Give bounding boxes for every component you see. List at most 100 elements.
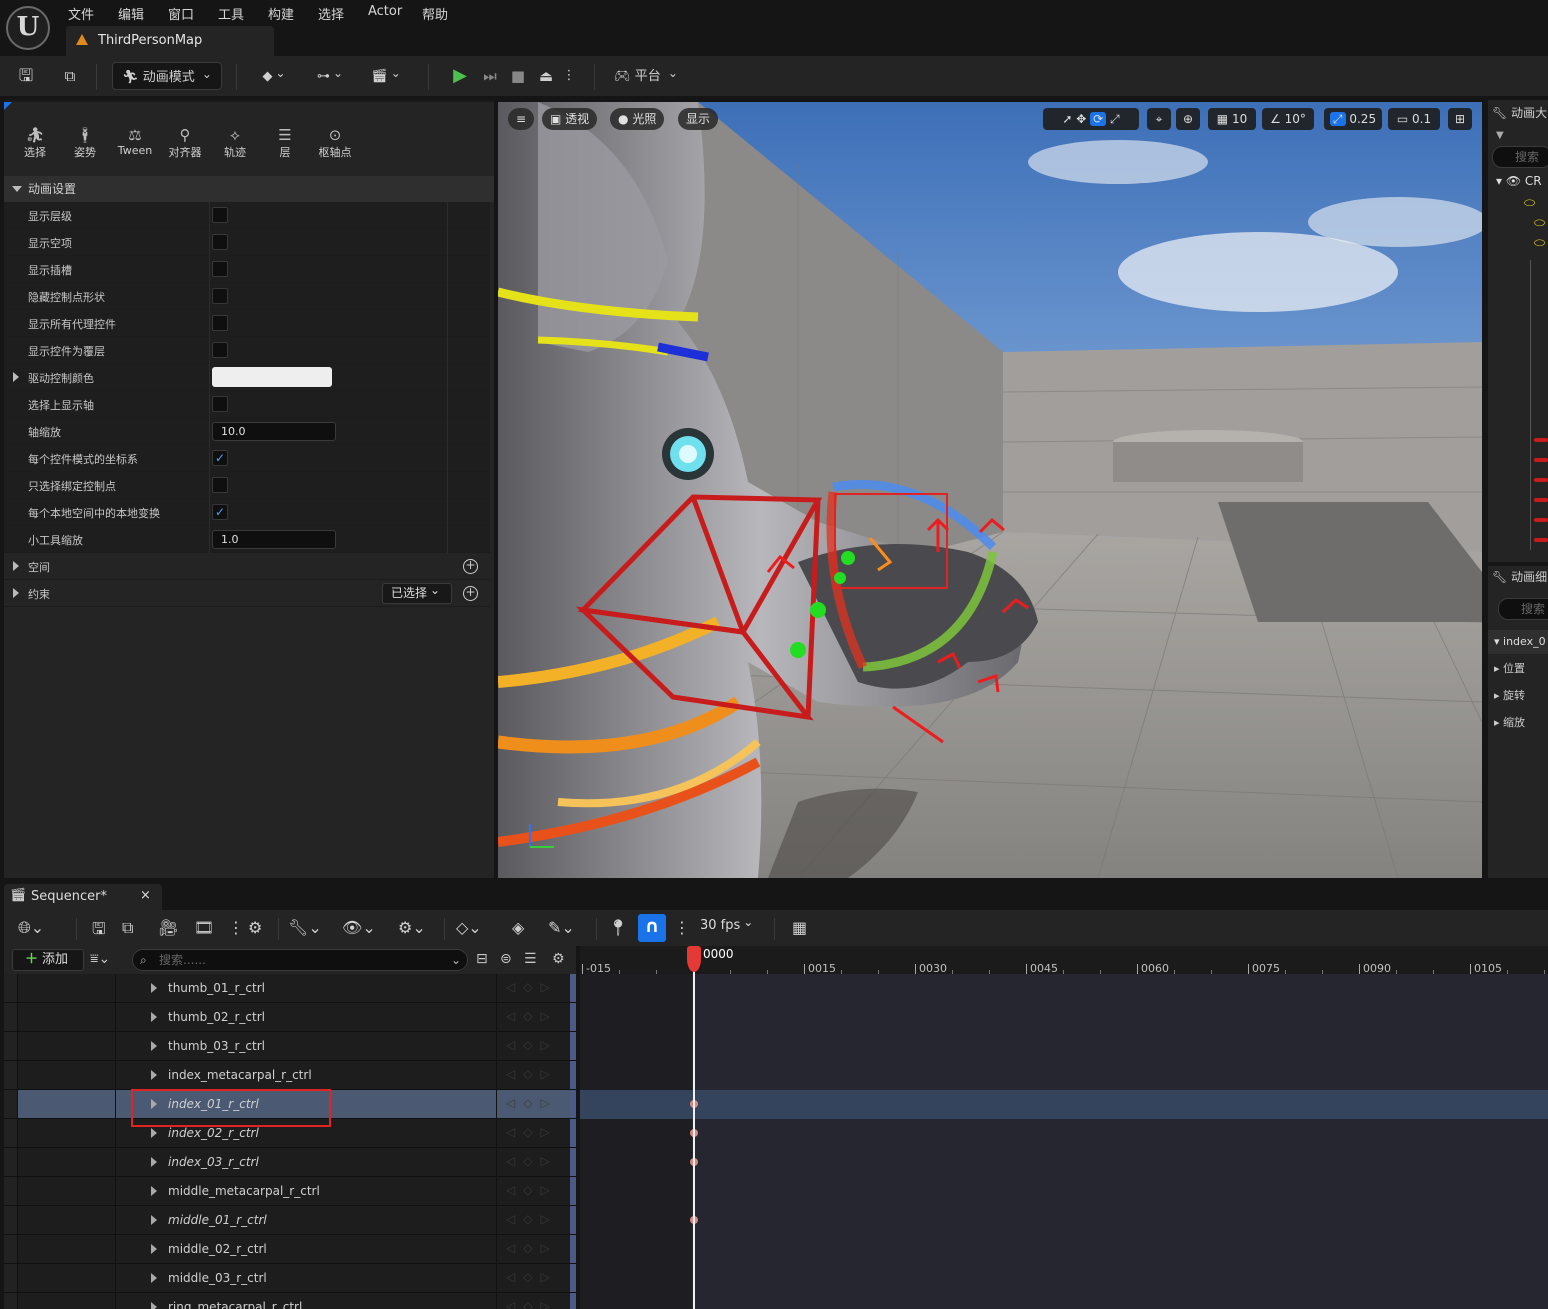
find-asset-icon[interactable]: ⧉ (122, 918, 133, 938)
setting-checkbox[interactable] (212, 261, 228, 277)
camera-cut-icon[interactable]: ⚙︎ (248, 918, 262, 937)
menu-item[interactable]: 文件 (68, 4, 94, 23)
setting-checkbox[interactable] (212, 288, 228, 304)
add-actor-icon[interactable]: ◆ (254, 62, 294, 90)
mode-tool-select[interactable]: ⛹︎ 选择 (11, 126, 59, 160)
mode-tool-pose[interactable]: 🕴︎ 姿势 (61, 126, 109, 160)
track-row[interactable]: index_metacarpal_r_ctrl ◁◇▷ (4, 1061, 576, 1090)
show-button[interactable]: 显示 (678, 108, 719, 130)
track-row[interactable]: thumb_02_r_ctrl ◁◇▷ (4, 1003, 576, 1032)
key-nav-icon[interactable]: ◁◇▷ (506, 1212, 558, 1226)
expand-arrow-icon[interactable] (151, 1070, 157, 1080)
menu-item[interactable]: 编辑 (118, 4, 144, 23)
expand-arrow-icon[interactable] (151, 1041, 157, 1051)
key-nav-icon[interactable]: ◁◇▷ (506, 1038, 558, 1052)
surface-snap-icon[interactable]: ⊕ (1176, 108, 1200, 130)
settings-gear-icon[interactable]: ⚙︎ (552, 951, 565, 967)
details-search[interactable]: 搜索 (1498, 598, 1548, 620)
step-icon[interactable]: ⏭ (476, 62, 504, 90)
track-row[interactable]: middle_01_r_ctrl ◁◇▷ (4, 1206, 576, 1235)
chevron-down-icon[interactable]: ⌄ (451, 950, 461, 970)
panel-splitter[interactable] (1488, 562, 1548, 566)
viewport-menu-button[interactable]: ≡ (508, 108, 535, 130)
setting-checkbox[interactable] (212, 234, 228, 250)
menu-item[interactable]: 工具 (218, 4, 244, 23)
world-local-icon[interactable]: ⌖ (1147, 108, 1171, 130)
outliner-search[interactable]: 搜索 (1492, 146, 1548, 168)
details-selected-item[interactable]: ▾ index_0 (1488, 630, 1548, 654)
expand-icon[interactable]: ⊜ (500, 951, 512, 967)
expand-arrow-icon[interactable] (151, 1186, 157, 1196)
mode-tool-layer[interactable]: ☰︎ 层 (261, 126, 309, 160)
platform-dropdown[interactable]: 🎮︎ 平台 (610, 62, 682, 90)
scale-icon[interactable]: ⤢ (1110, 112, 1120, 126)
setting-checkbox[interactable] (212, 207, 228, 223)
key-interpolation-icon[interactable]: ◇⌄ (456, 918, 482, 937)
render-movie-icon[interactable]: 🎥︎ (158, 918, 178, 937)
constraint-dropdown[interactable]: 已选择 (382, 583, 452, 604)
mode-tool-tween[interactable]: ⚖︎ Tween (111, 126, 159, 157)
cinematics-icon[interactable]: 🎬︎ (366, 62, 406, 90)
key-nav-icon[interactable]: ◁◇▷ (506, 1096, 558, 1110)
menu-item[interactable]: 帮助 (422, 4, 448, 23)
track-row[interactable]: thumb_03_r_ctrl ◁◇▷ (4, 1032, 576, 1061)
expand-arrow-icon[interactable] (151, 1302, 157, 1309)
expand-arrow-icon[interactable] (151, 1244, 157, 1254)
track-row[interactable]: middle_02_r_ctrl ◁◇▷ (4, 1235, 576, 1264)
control-icon[interactable]: ⬭ (1524, 196, 1535, 211)
expand-arrow-icon[interactable] (151, 1157, 157, 1167)
key-nav-icon[interactable]: ◁◇▷ (506, 980, 558, 994)
space-section[interactable]: 空间 + (4, 553, 490, 580)
details-prop-row[interactable]: ▸ 位置 (1494, 660, 1525, 676)
color-swatch[interactable] (212, 367, 332, 387)
save-sequence-icon[interactable]: 🖫 (92, 918, 106, 945)
list-icon[interactable]: ☰ (524, 951, 537, 967)
stop-icon[interactable]: ■ (504, 62, 532, 90)
setting-checkbox[interactable]: ✓ (212, 504, 228, 520)
mode-dropdown[interactable]: 🏃︎ 动画模式 (112, 62, 222, 90)
unreal-logo-icon[interactable]: U (6, 6, 50, 50)
setting-checkbox[interactable] (212, 477, 228, 493)
track-row[interactable]: thumb_01_r_ctrl ◁◇▷ (4, 974, 576, 1003)
key-nav-icon[interactable]: ◁◇▷ (506, 1183, 558, 1197)
anim-settings-header[interactable]: 动画设置 (4, 176, 494, 202)
setting-checkbox[interactable]: ✓ (212, 450, 228, 466)
setting-value-field[interactable]: 10.0 (212, 422, 336, 441)
setting-value-field[interactable]: 1.0 (212, 530, 336, 549)
mode-tool-trail[interactable]: ⟡︎ 轨迹 (211, 126, 259, 160)
constraint-section[interactable]: 约束 已选择 + (4, 580, 490, 607)
control-icon[interactable]: ⬭ (1534, 236, 1545, 251)
add-circle-icon[interactable]: + (463, 559, 478, 574)
track-search-input[interactable]: ⌕ 搜索...... ⌄ (132, 949, 468, 971)
world-icon[interactable]: 🌐︎⌄ (18, 918, 44, 938)
menu-item[interactable]: 窗口 (168, 4, 194, 23)
setting-checkbox[interactable] (212, 342, 228, 358)
mode-tool-pivot[interactable]: ⊙︎ 枢轴点 (311, 126, 359, 160)
snap-magnet-icon[interactable]: ∩ (638, 914, 666, 942)
curve-editor-icon[interactable]: ▦ (792, 918, 807, 937)
playback-options-icon[interactable]: ⚙︎⌄ (398, 918, 426, 937)
view-eye-icon[interactable]: 👁︎⌄ (342, 918, 376, 937)
setting-checkbox[interactable] (212, 396, 228, 412)
expand-arrow-icon[interactable] (13, 588, 19, 598)
collapse-icon[interactable]: ▼ (1496, 130, 1504, 141)
control-icon[interactable]: ⬭ (1534, 216, 1545, 231)
auto-key-icon[interactable]: ◈ (512, 918, 524, 937)
cinematic-icon[interactable]: 🎞︎ (194, 918, 214, 937)
track-row[interactable]: middle_metacarpal_r_ctrl ◁◇▷ (4, 1177, 576, 1206)
filter-icon[interactable]: ⩸⌄ (90, 951, 110, 967)
fps-dropdown[interactable]: 30 fps (700, 918, 753, 933)
snap-options-icon[interactable]: ⋮ (674, 918, 690, 937)
browse-icon[interactable]: ⧉ (56, 62, 84, 90)
key-nav-icon[interactable]: ◁◇▷ (506, 1270, 558, 1284)
key-nav-icon[interactable]: ◁◇▷ (506, 1125, 558, 1139)
track-row[interactable]: middle_03_r_ctrl ◁◇▷ (4, 1264, 576, 1293)
menu-item[interactable]: 构建 (268, 4, 294, 23)
mode-tool-aligner[interactable]: ⚲︎ 对齐器 (161, 126, 209, 160)
menu-item[interactable]: 选择 (318, 4, 344, 23)
key-nav-icon[interactable]: ◁◇▷ (506, 1299, 558, 1309)
select-cursor-icon[interactable]: ➚ (1062, 112, 1072, 126)
details-prop-row[interactable]: ▸ 缩放 (1494, 714, 1525, 730)
translate-icon[interactable]: ✥ (1076, 112, 1086, 126)
expand-arrow-icon[interactable] (151, 983, 157, 993)
